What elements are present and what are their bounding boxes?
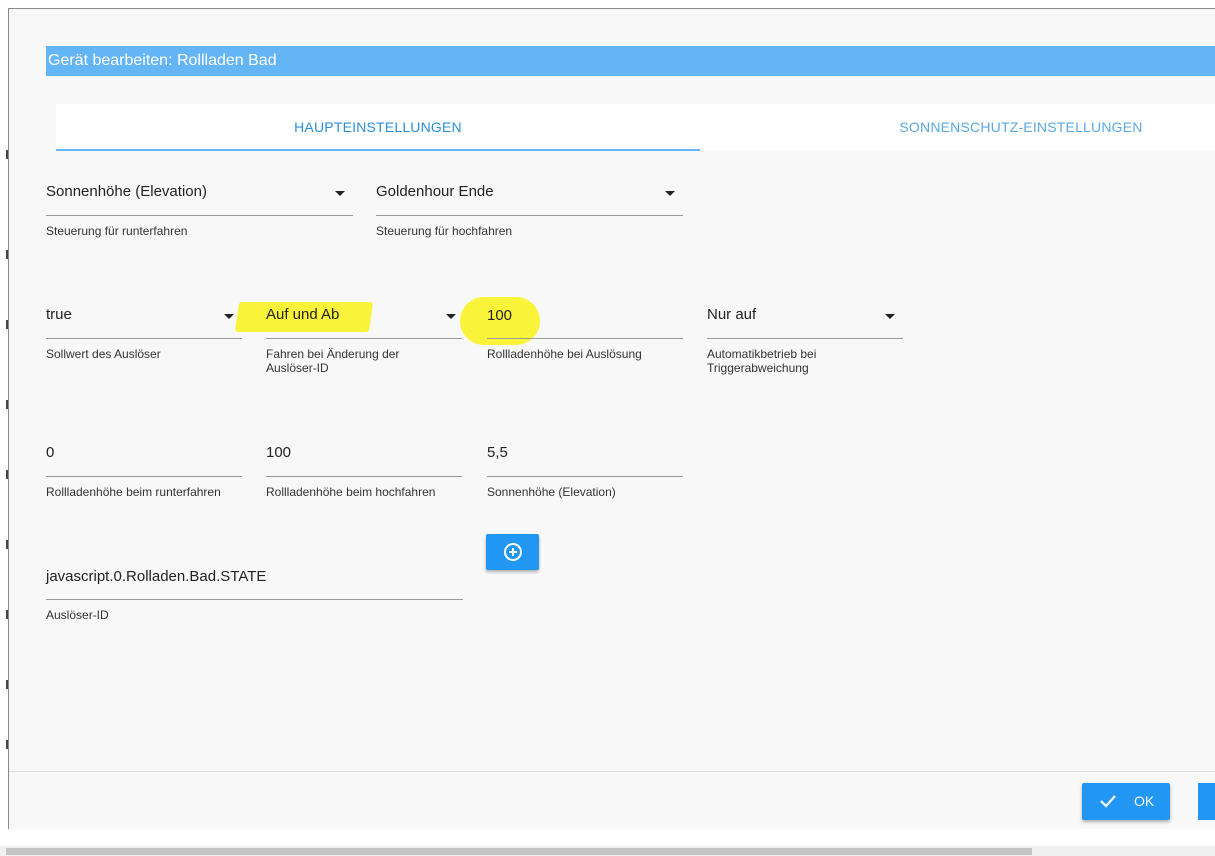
down-control-help: Steuerung für runterfahren (46, 224, 188, 238)
dropdown-arrow-icon (885, 314, 895, 319)
tab-sun-protection-settings[interactable]: SONNENSCHUTZ-EINSTELLUNGEN (706, 104, 1215, 151)
field-underline (487, 338, 683, 339)
dropdown-arrow-icon (446, 314, 456, 319)
field-underline (46, 476, 242, 477)
tab-main-settings[interactable]: HAUPTEINSTELLUNGEN (56, 104, 700, 151)
horizontal-scrollbar[interactable] (0, 846, 1215, 856)
field-underline (707, 338, 903, 339)
edit-device-dialog: Gerät bearbeiten: Rollladen Bad HAUPTEIN… (8, 8, 1215, 829)
auto-mode-select[interactable]: Nur auf Automatikbetrieb bei Triggerabwe… (707, 306, 903, 376)
elevation-input[interactable]: 5,5 Sonnenhöhe (Elevation) (487, 444, 683, 504)
trigger-height-value: 100 (487, 307, 513, 324)
up-control-select[interactable]: Goldenhour Ende Steuerung für hochfahren (376, 183, 683, 243)
trigger-height-help: Rollladenhöhe bei Auslösung (487, 347, 642, 361)
footer-divider (9, 771, 1215, 772)
height-down-input[interactable]: 0 Rollladenhöhe beim runterfahren (46, 444, 242, 504)
up-control-value: Goldenhour Ende (376, 183, 494, 200)
height-up-help: Rollladenhöhe beim hochfahren (266, 485, 436, 499)
height-up-value: 100 (266, 444, 292, 461)
field-underline (266, 476, 462, 477)
trigger-change-value: Auf und Ab (266, 306, 340, 323)
help-line: Triggerabweichung (707, 361, 809, 375)
field-underline (376, 215, 683, 216)
active-tab-indicator (56, 149, 700, 151)
help-line: Auslöser-ID (266, 361, 329, 375)
auto-mode-help: Automatikbetrieb bei Triggerabweichung (707, 347, 903, 375)
field-underline (46, 599, 463, 600)
dropdown-arrow-icon (665, 191, 675, 196)
dropdown-arrow-icon (335, 191, 345, 196)
elevation-value: 5,5 (487, 444, 508, 461)
cancel-button[interactable] (1198, 783, 1215, 820)
ok-button-label: OK (1134, 793, 1155, 809)
auto-mode-value: Nur auf (707, 306, 757, 323)
height-down-help: Rollladenhöhe beim runterfahren (46, 485, 221, 499)
check-icon (1100, 795, 1116, 808)
field-underline (46, 215, 353, 216)
field-underline (46, 338, 242, 339)
down-control-value: Sonnenhöhe (Elevation) (46, 183, 207, 200)
trigger-value-value: true (46, 306, 72, 323)
field-underline (266, 338, 462, 339)
down-control-select[interactable]: Sonnenhöhe (Elevation) Steuerung für run… (46, 183, 353, 243)
help-line: Fahren bei Änderung der (266, 347, 400, 361)
trigger-change-select[interactable]: Auf und Ab Fahren bei Änderung der Auslö… (266, 306, 462, 376)
trigger-height-input[interactable]: 100 Rollladenhöhe bei Auslösung (487, 307, 683, 377)
field-underline (487, 476, 683, 477)
trigger-value-help: Sollwert des Auslöser (46, 347, 161, 361)
dropdown-arrow-icon (224, 314, 234, 319)
tab-bar: HAUPTEINSTELLUNGEN SONNENSCHUTZ-EINSTELL… (56, 104, 1215, 151)
trigger-id-help: Auslöser-ID (46, 608, 109, 622)
trigger-value-select[interactable]: true Sollwert des Auslöser (46, 306, 242, 376)
add-trigger-button[interactable] (486, 534, 539, 570)
window-edge-marks (0, 0, 8, 856)
dialog-title: Gerät bearbeiten: Rollladen Bad (46, 46, 1215, 76)
elevation-help: Sonnenhöhe (Elevation) (487, 485, 616, 499)
plus-circle-icon (503, 543, 522, 561)
height-down-value: 0 (46, 444, 55, 461)
height-up-input[interactable]: 100 Rollladenhöhe beim hochfahren (266, 444, 462, 504)
trigger-change-help: Fahren bei Änderung der Auslöser-ID (266, 347, 462, 375)
ok-button[interactable]: OK (1082, 783, 1170, 820)
trigger-id-value: javascript.0.Rolladen.Bad.STATE (46, 568, 267, 585)
trigger-id-input[interactable]: javascript.0.Rolladen.Bad.STATE Auslöser… (46, 568, 463, 628)
scrollbar-thumb[interactable] (6, 848, 1032, 855)
help-line: Automatikbetrieb bei (707, 347, 817, 361)
up-control-help: Steuerung für hochfahren (376, 224, 513, 238)
